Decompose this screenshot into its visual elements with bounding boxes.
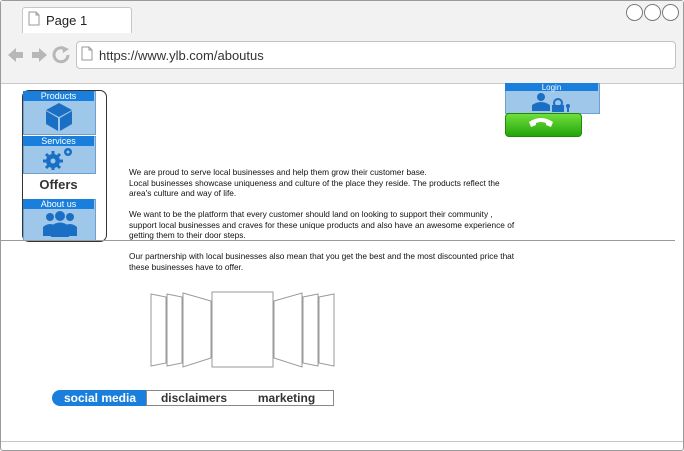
partnership-paragraph: Our partnership with local businesses al… xyxy=(129,251,559,272)
carousel-slide[interactable] xyxy=(318,293,335,367)
page-icon xyxy=(28,11,40,26)
cube-icon xyxy=(46,103,72,131)
login-label: Login xyxy=(505,83,598,92)
sidebar-item-label: Services xyxy=(23,136,94,146)
sidebar-item-label: Products xyxy=(23,91,94,101)
tab-marketing[interactable]: marketing xyxy=(240,390,334,406)
window-close-button[interactable] xyxy=(662,4,679,21)
divider xyxy=(1,240,675,241)
text-line: We want to be the platform that every cu… xyxy=(129,209,493,219)
tab-social-media[interactable]: social media xyxy=(52,390,148,406)
carousel-slide[interactable] xyxy=(182,292,212,368)
tab-disclaimers[interactable]: disclaimers xyxy=(146,390,242,406)
carousel-slide-active[interactable] xyxy=(211,291,274,368)
user-lock-icon xyxy=(532,93,570,112)
page-icon xyxy=(81,46,93,61)
gears-icon xyxy=(43,148,72,170)
intro-paragraph: We are proud to serve local businesses a… xyxy=(129,167,559,199)
carousel-slide[interactable] xyxy=(302,293,319,367)
text-line: area's culture and way of life. xyxy=(129,188,237,199)
mission-paragraph: We want to be the platform that every cu… xyxy=(129,209,559,241)
text-line: Our partnership with local businesses al… xyxy=(129,251,515,261)
url-text[interactable]: https://www.ylb.com/aboutus xyxy=(99,48,264,63)
text-line: We are proud to serve local businesses a… xyxy=(129,167,427,177)
carousel-slide[interactable] xyxy=(150,293,167,367)
carousel-slide[interactable] xyxy=(166,293,183,367)
window-maximize-button[interactable] xyxy=(644,4,661,21)
carousel-slide[interactable] xyxy=(273,292,303,368)
window-minimize-button[interactable] xyxy=(626,4,643,21)
navigation-controls xyxy=(8,46,70,64)
team-icon xyxy=(43,211,77,237)
phone-icon xyxy=(529,118,553,127)
sidebar-item-label: About us xyxy=(23,199,94,209)
sidebar-item-offers[interactable]: Offers xyxy=(23,177,94,192)
tab-title: Page 1 xyxy=(46,13,88,28)
text-line: support local businesses and craves for … xyxy=(129,219,515,230)
reload-icon[interactable] xyxy=(52,46,70,64)
text-line: Local businesses showcase uniqueness and… xyxy=(129,177,500,188)
status-bar-divider xyxy=(1,441,683,442)
forward-arrow-icon[interactable] xyxy=(32,48,47,62)
text-line: these businesses have to offer. xyxy=(129,261,244,272)
image-carousel[interactable] xyxy=(150,291,336,369)
back-arrow-icon[interactable] xyxy=(8,48,23,62)
